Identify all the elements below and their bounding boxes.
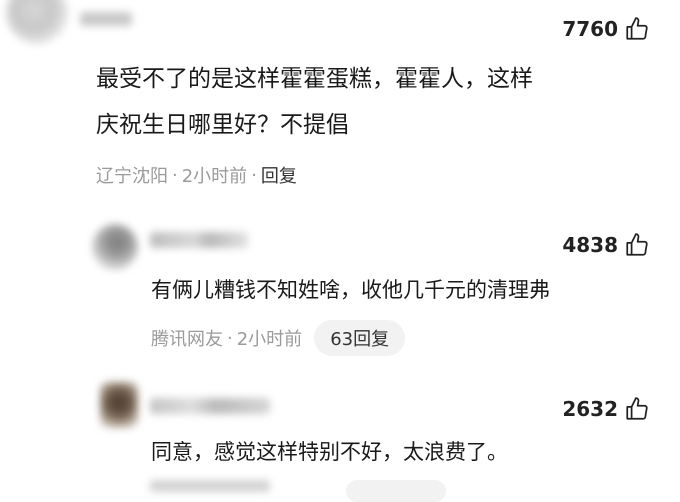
username-blurred[interactable] <box>150 398 270 414</box>
like-count: 7760 <box>562 17 618 41</box>
comment-text: 最受不了的是这样霍霍蛋糕，霍霍人，这样 庆祝生日哪里好？不提倡 <box>96 56 656 148</box>
reply-meta: 腾讯网友 · 2小时前 63回复 <box>151 320 406 356</box>
separator: · <box>251 164 257 186</box>
timestamp: 2小时前 <box>181 166 248 187</box>
location: 辽宁沈阳 <box>96 166 168 187</box>
comment-meta: 辽宁沈阳 · 2小时前 · 回复 <box>96 162 297 188</box>
like-button[interactable]: 4838 <box>562 232 650 258</box>
timestamp: 2小时前 <box>236 329 303 350</box>
comment-text-line: 庆祝生日哪里好？不提倡 <box>96 112 349 138</box>
avatar[interactable] <box>92 224 138 270</box>
like-count: 4838 <box>562 233 618 257</box>
avatar[interactable] <box>6 0 68 44</box>
thumbs-up-icon <box>624 232 650 258</box>
username-blurred[interactable] <box>150 232 248 248</box>
thumbs-up-icon <box>624 16 650 42</box>
comment-text-line: 最受不了的是这样霍霍蛋糕，霍霍人，这样 <box>96 66 533 92</box>
like-button[interactable]: 2632 <box>562 396 650 422</box>
reply-count-button[interactable] <box>346 480 446 502</box>
username-blurred[interactable] <box>80 12 132 26</box>
separator: · <box>172 164 178 186</box>
location: 腾讯网友 <box>151 329 223 350</box>
separator: · <box>227 327 233 349</box>
avatar[interactable] <box>100 382 138 428</box>
like-button[interactable]: 7760 <box>562 16 650 42</box>
reply-text: 同意，感觉这样特别不好，太浪费了。 <box>151 440 508 464</box>
thumbs-up-icon <box>624 396 650 422</box>
reply-text: 有俩儿糟钱不知姓啥，收他几千元的清理弗 <box>151 278 550 302</box>
reply-count-button[interactable]: 63回复 <box>314 320 406 356</box>
like-count: 2632 <box>562 397 618 421</box>
reply-button[interactable]: 回复 <box>261 162 297 188</box>
reply-meta-blurred <box>150 480 270 492</box>
